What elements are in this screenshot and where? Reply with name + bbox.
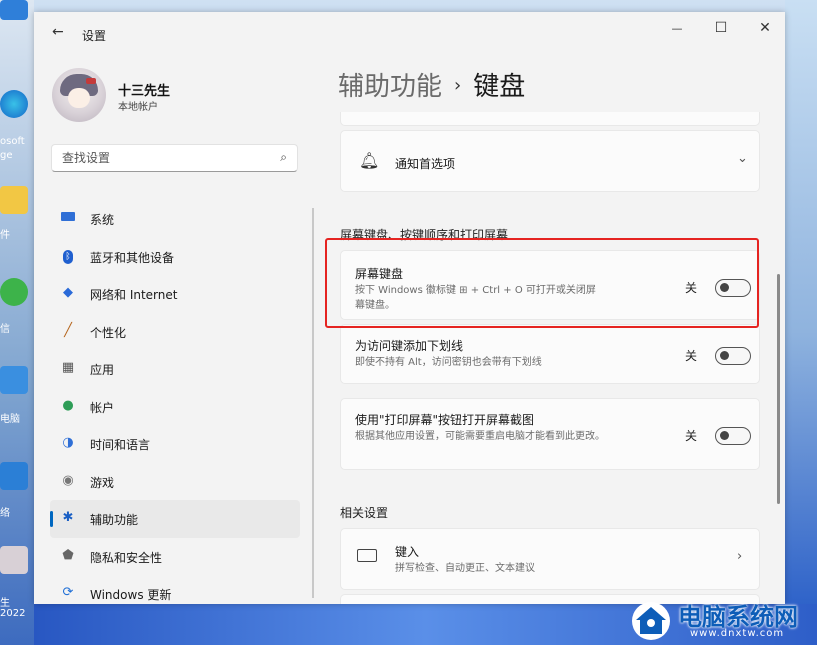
accounts-icon: ● xyxy=(62,397,74,413)
breadcrumb-parent[interactable]: 辅助功能 xyxy=(338,72,442,102)
personalization-icon: ╱ xyxy=(64,322,72,338)
sidebar-item-label: 辅助功能 xyxy=(90,513,139,527)
sidebar-item-bluetooth[interactable]: ᛒ 蓝牙和其他设备 xyxy=(50,238,300,276)
desktop-label: 信 xyxy=(0,324,10,335)
sidebar-item-label: 网络和 Internet xyxy=(90,288,178,302)
bluetooth-icon: ᛒ xyxy=(60,248,76,264)
sidebar-item-label: Windows 更新 xyxy=(90,588,172,602)
watermark-url: www.dnxtw.com xyxy=(690,628,785,639)
sidebar-item-privacy[interactable]: ⬟ 隐私和安全性 xyxy=(50,538,300,576)
related-item-title: 键入 xyxy=(395,545,420,559)
search-input[interactable] xyxy=(60,150,264,166)
sidebar-item-personalization[interactable]: ╱ 个性化 xyxy=(50,313,300,351)
scrolled-card xyxy=(340,112,760,126)
desktop-label: 2022 xyxy=(0,608,26,619)
folder-icon[interactable] xyxy=(0,186,28,214)
network-desktop-icon[interactable] xyxy=(0,462,28,490)
privacy-icon: ⬟ xyxy=(62,547,74,563)
setting-title: 使用"打印屏幕"按钮打开屏幕截图 xyxy=(355,413,535,427)
keyboard-icon xyxy=(357,549,377,562)
selection-indicator xyxy=(50,511,53,527)
maximize-button[interactable]: ☐ xyxy=(706,20,736,36)
close-button[interactable]: ✕ xyxy=(750,20,780,36)
setting-description: 即使不持有 Alt，访问密钥也会带有下划线 xyxy=(355,357,542,368)
apps-icon: ▦ xyxy=(61,360,75,375)
desktop-label: 生 xyxy=(0,598,10,609)
window-title: 设置 xyxy=(82,29,107,43)
sidebar-item-label: 应用 xyxy=(90,363,115,377)
chevron-right-icon[interactable]: › xyxy=(737,549,742,564)
desktop-label: 件 xyxy=(0,230,10,241)
watermark-text: 电脑系统网 xyxy=(678,603,798,631)
sidebar-item-label: 帐户 xyxy=(90,400,115,415)
sidebar-item-label: 系统 xyxy=(90,213,115,227)
edge-icon[interactable] xyxy=(0,90,28,118)
system-icon xyxy=(60,210,76,226)
page-title: 键盘 xyxy=(473,72,526,102)
desktop-app-icon[interactable] xyxy=(0,0,28,20)
desktop-label: 电脑 xyxy=(0,414,20,425)
user-name: 十三先生 xyxy=(118,84,171,99)
sidebar-item-apps[interactable]: ▦ 应用 xyxy=(50,350,300,388)
desktop-label: 络 xyxy=(0,508,10,519)
sidebar-item-label: 游戏 xyxy=(90,475,115,490)
related-item-typing[interactable]: 键入 拼写检查、自动更正、文本建议 › xyxy=(340,528,760,590)
sidebar-item-label: 个性化 xyxy=(90,325,127,340)
setting-row-access-key-underline: 为访问键添加下划线 即使不持有 Alt，访问密钥也会带有下划线 关 xyxy=(340,324,760,384)
sidebar-item-accessibility[interactable]: ✱ 辅助功能 xyxy=(50,500,300,538)
watermark-logo-icon xyxy=(632,602,670,640)
desktop-label: ge xyxy=(0,150,13,161)
network-icon: ◆ xyxy=(63,285,73,300)
sidebar-item-time-language[interactable]: ◑ 时间和语言 xyxy=(50,425,300,463)
related-settings-heading: 相关设置 xyxy=(340,506,389,520)
toggle-state-label: 关 xyxy=(685,349,698,363)
sidebar-scrollbar[interactable] xyxy=(312,208,314,598)
sidebar-item-network[interactable]: ◆ 网络和 Internet xyxy=(50,275,300,313)
windows-update-icon: ⟳ xyxy=(62,585,74,600)
sidebar-item-label: 隐私和安全性 xyxy=(90,550,163,565)
sidebar-item-label: 时间和语言 xyxy=(90,438,151,452)
setting-title: 为访问键添加下划线 xyxy=(355,339,464,353)
notification-preferences-label: 通知首选项 xyxy=(395,157,456,171)
title-bar: ← 设置 — ☐ ✕ xyxy=(34,12,785,52)
desktop-label: osoft xyxy=(0,136,25,147)
desktop-left-strip: osoft ge 件 信 电脑 络 生 2022 xyxy=(0,0,34,645)
related-item-description: 拼写检查、自动更正、文本建议 xyxy=(395,563,535,574)
accessibility-icon: ✱ xyxy=(62,510,74,525)
sidebar-item-windows-update[interactable]: ⟳ Windows 更新 xyxy=(50,575,300,604)
setting-row-print-screen: 使用"打印屏幕"按钮打开屏幕截图 根据其他应用设置，可能需要重启电脑才能看到此更… xyxy=(340,398,760,470)
sidebar-item-system[interactable]: 系统 xyxy=(50,200,300,238)
sidebar-item-accounts[interactable]: ● 帐户 xyxy=(50,388,300,426)
account-type: 本地帐户 xyxy=(118,102,158,113)
breadcrumb-separator: › xyxy=(454,75,462,96)
minimize-button[interactable]: — xyxy=(662,22,692,35)
setting-description: 根据其他应用设置，可能需要重启电脑才能看到此更改。 xyxy=(355,431,605,442)
bell-icon: 🔔︎ xyxy=(359,151,380,170)
toggle-state-label: 关 xyxy=(685,429,698,443)
print-screen-toggle[interactable] xyxy=(715,427,751,445)
time-language-icon: ◑ xyxy=(62,435,74,450)
user-folder-icon[interactable] xyxy=(0,546,28,574)
back-arrow-icon[interactable]: ← xyxy=(52,24,64,40)
annotation-highlight-box xyxy=(325,238,759,328)
gaming-icon: ◉ xyxy=(62,472,74,488)
desktop-right-strip xyxy=(785,0,817,604)
sidebar-item-label: 蓝牙和其他设备 xyxy=(90,250,175,265)
search-icon[interactable]: ⌕ xyxy=(280,150,287,165)
sidebar-nav: 系统 ᛒ 蓝牙和其他设备 ◆ 网络和 Internet ╱ 个性化 ▦ 应用 ●… xyxy=(50,200,300,604)
avatar[interactable] xyxy=(52,68,106,122)
notification-preferences-card[interactable]: 🔔︎ 通知首选项 ⌄ xyxy=(340,130,760,192)
access-key-underline-toggle[interactable] xyxy=(715,347,751,365)
content-scrollbar[interactable] xyxy=(777,274,780,504)
sidebar-item-gaming[interactable]: ◉ 游戏 xyxy=(50,463,300,501)
this-pc-icon[interactable] xyxy=(0,366,28,394)
wechat-icon[interactable] xyxy=(0,278,28,306)
settings-window: ← 设置 — ☐ ✕ 十三先生 本地帐户 ⌕ 系统 ᛒ 蓝牙和其他设备 ◆ 网络… xyxy=(34,12,785,604)
breadcrumb: 辅助功能 › 键盘 xyxy=(338,66,525,103)
chevron-down-icon[interactable]: ⌄ xyxy=(737,151,748,166)
search-box[interactable]: ⌕ xyxy=(51,144,298,172)
